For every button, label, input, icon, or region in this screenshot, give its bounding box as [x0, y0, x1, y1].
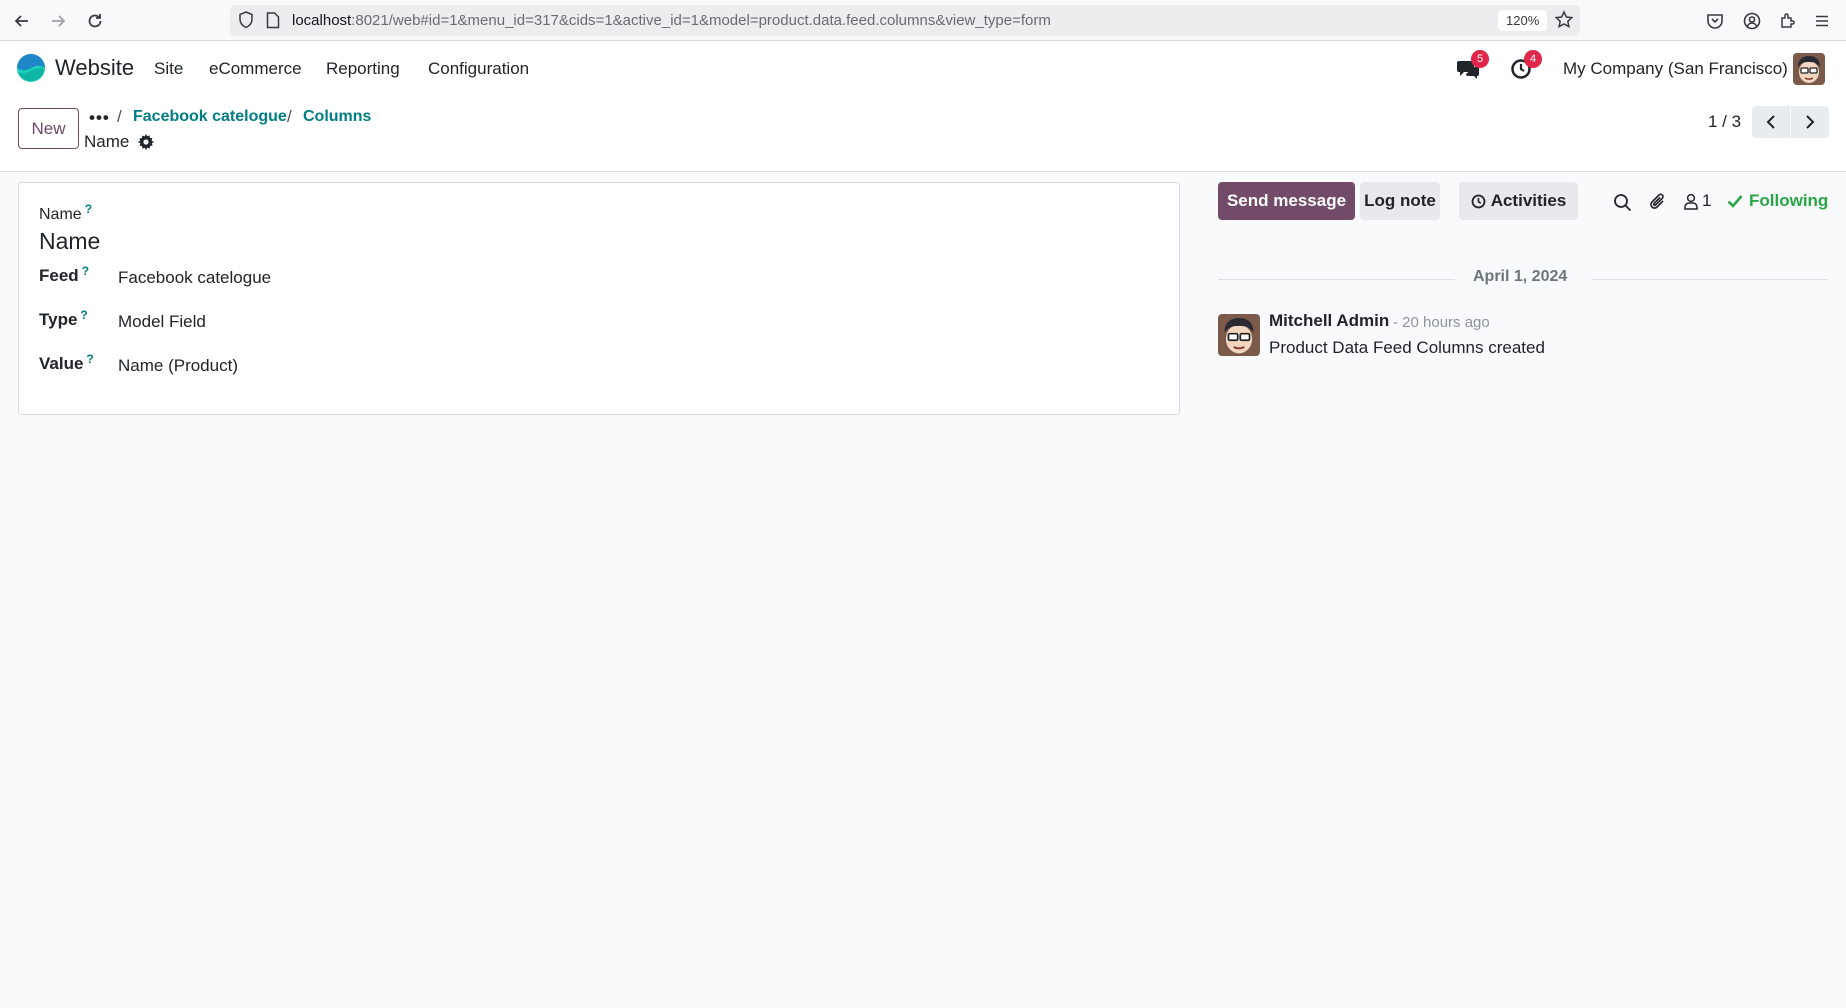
browser-toolbar: localhost:8021/web#id=1&menu_id=317&cids…	[0, 0, 1846, 41]
menu-reporting[interactable]: Reporting	[326, 59, 400, 79]
following-label: Following	[1749, 191, 1829, 210]
activities-badge: 4	[1524, 50, 1542, 68]
following-button[interactable]: Following	[1727, 191, 1828, 211]
pager-previous-button[interactable]	[1752, 106, 1790, 138]
menu-icon[interactable]	[1810, 9, 1834, 33]
followers-button[interactable]: 1	[1683, 191, 1711, 211]
menu-site[interactable]: Site	[154, 59, 183, 79]
record-title: Name	[84, 132, 130, 151]
page-icon	[266, 12, 280, 34]
messages-badge: 5	[1471, 50, 1489, 68]
type-label: Type?	[39, 308, 88, 329]
feed-label: Feed?	[39, 264, 90, 285]
company-switcher[interactable]: My Company (San Francisco)	[1563, 59, 1788, 79]
name-label: Name?	[39, 202, 93, 223]
messages-icon[interactable]: 5	[1453, 50, 1489, 84]
divider	[1592, 279, 1827, 280]
log-note-button[interactable]: Log note	[1360, 182, 1440, 220]
pocket-icon[interactable]	[1703, 9, 1727, 33]
main-navbar: Website Site eCommerce Reporting Configu…	[0, 41, 1846, 97]
help-tooltip-icon[interactable]: ?	[86, 352, 93, 366]
paperclip-icon[interactable]	[1647, 191, 1669, 213]
message-timestamp: - 20 hours ago	[1393, 314, 1490, 331]
forward-icon[interactable]	[46, 9, 70, 33]
app-name[interactable]: Website	[55, 55, 134, 81]
reload-icon[interactable]	[83, 9, 107, 33]
help-tooltip-icon[interactable]: ?	[85, 202, 92, 216]
pager-value[interactable]: 1 / 3	[1708, 112, 1741, 132]
search-icon[interactable]	[1611, 191, 1633, 213]
chevron-left-icon	[1766, 115, 1775, 129]
extensions-icon[interactable]	[1776, 9, 1800, 33]
account-icon[interactable]	[1740, 9, 1764, 33]
help-tooltip-icon[interactable]: ?	[82, 264, 89, 278]
shield-icon	[238, 11, 254, 34]
activities-label: Activities	[1490, 191, 1567, 210]
menu-ecommerce[interactable]: eCommerce	[209, 59, 302, 79]
value-label: Value?	[39, 352, 94, 373]
url-bar[interactable]: localhost:8021/web#id=1&menu_id=317&cids…	[230, 5, 1580, 36]
breadcrumb-columns[interactable]: Columns	[303, 108, 371, 126]
check-icon	[1727, 195, 1743, 208]
message-date-separator: April 1, 2024	[1473, 268, 1568, 285]
activities-button[interactable]: Activities	[1459, 182, 1578, 220]
gear-icon[interactable]	[138, 134, 154, 150]
message-author[interactable]: Mitchell Admin	[1269, 311, 1389, 331]
help-tooltip-icon[interactable]: ?	[80, 308, 87, 322]
clock-icon	[1471, 194, 1486, 208]
type-field[interactable]: Model Field	[118, 312, 206, 332]
control-panel: New ••• / Facebook catelogue / Columns N…	[0, 97, 1846, 172]
user-avatar[interactable]	[1793, 53, 1825, 85]
url-text: localhost:8021/web#id=1&menu_id=317&cids…	[292, 12, 1051, 29]
author-avatar[interactable]	[1218, 314, 1260, 356]
breadcrumb-separator: /	[117, 107, 122, 126]
send-message-button[interactable]: Send message	[1218, 182, 1355, 220]
pager-next-button[interactable]	[1791, 106, 1829, 138]
new-button[interactable]: New	[18, 108, 79, 149]
activities-clock-icon[interactable]: 4	[1506, 50, 1542, 84]
user-icon	[1684, 193, 1698, 210]
zoom-level[interactable]: 120%	[1498, 10, 1548, 31]
breadcrumb-facebook-catelogue[interactable]: Facebook catelogue	[133, 108, 287, 126]
value-field[interactable]: Name (Product)	[118, 356, 238, 376]
chevron-right-icon	[1806, 115, 1815, 129]
website-app-logo-icon[interactable]	[16, 53, 46, 83]
name-field[interactable]: Name	[39, 228, 100, 255]
menu-configuration[interactable]: Configuration	[428, 59, 529, 79]
message-body: Product Data Feed Columns created	[1269, 338, 1545, 357]
bookmark-star-icon[interactable]	[1554, 10, 1574, 35]
back-icon[interactable]	[10, 9, 34, 33]
divider	[1218, 279, 1455, 280]
followers-count: 1	[1702, 191, 1712, 210]
form-sheet: Name? Name Feed? Facebook catelogue Type…	[18, 182, 1180, 415]
feed-field[interactable]: Facebook catelogue	[118, 268, 271, 288]
breadcrumb-separator: /	[287, 107, 292, 126]
breadcrumb-more-button[interactable]: •••	[89, 108, 110, 128]
